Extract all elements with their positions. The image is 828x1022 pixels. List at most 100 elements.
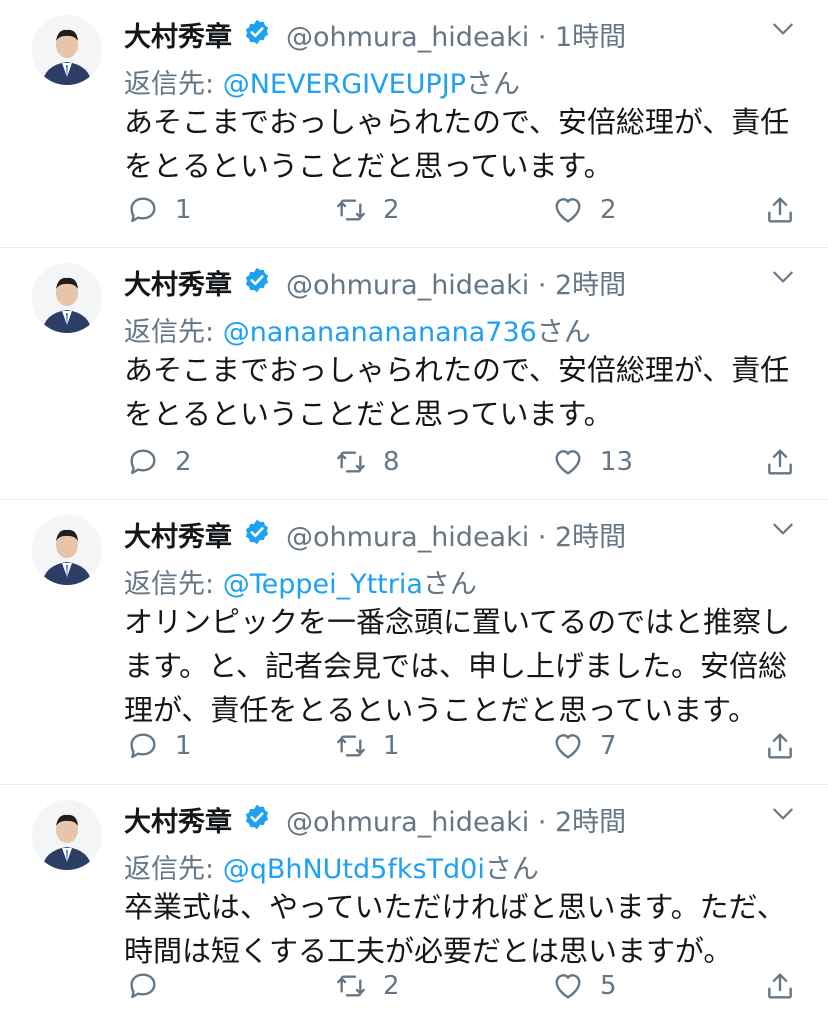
handle[interactable]: @ohmura_hideaki xyxy=(286,522,529,553)
tweet-text: あそこまでおっしゃられたので、安倍総理が、責任をとるということだと思っています。 xyxy=(124,353,790,431)
handle[interactable]: @ohmura_hideaki xyxy=(286,807,529,838)
retweet-button[interactable]: 2 xyxy=(335,190,400,230)
like-button[interactable]: 7 xyxy=(552,726,617,766)
retweet-button[interactable]: 1 xyxy=(335,726,400,766)
share-button[interactable] xyxy=(764,190,796,230)
retweet-icon xyxy=(337,975,365,997)
action-bar: 2 5 xyxy=(0,966,828,1006)
avatar[interactable] xyxy=(32,800,102,870)
chevron-down-icon[interactable] xyxy=(770,264,796,290)
heart-icon xyxy=(555,974,581,999)
handle-time: @ohmura_hideaki · 2時間 xyxy=(286,807,627,838)
handle-time: @ohmura_hideaki · 2時間 xyxy=(286,270,627,301)
reply-context: 返信先: @NEVERGIVEUPJPさん xyxy=(124,62,520,101)
retweet-button[interactable]: 2 xyxy=(335,966,400,1006)
like-button[interactable]: 13 xyxy=(552,442,633,482)
retweet-icon xyxy=(337,451,365,473)
tweet[interactable]: 大村秀章 @ohmura_hideaki · 1時間 返信先: @NEVERGI… xyxy=(0,0,828,248)
share-icon xyxy=(768,449,792,475)
heart-icon xyxy=(555,734,581,759)
share-button[interactable] xyxy=(764,442,796,482)
timestamp[interactable]: 2時間 xyxy=(555,522,626,553)
verified-badge-icon xyxy=(245,804,269,830)
avatar-image xyxy=(32,263,102,333)
avatar-image xyxy=(32,15,102,85)
action-bar: 1 2 2 xyxy=(0,190,828,230)
retweet-count: 1 xyxy=(383,731,400,761)
avatar-image xyxy=(32,515,102,585)
retweet-count: 2 xyxy=(383,195,400,225)
reply-count: 2 xyxy=(175,447,192,477)
reply-button[interactable] xyxy=(127,966,175,1006)
like-count: 7 xyxy=(600,731,617,761)
reply-prefix: 返信先: xyxy=(124,569,223,600)
reply-icon xyxy=(130,733,156,759)
share-icon xyxy=(768,973,792,999)
tweet-text: 卒業式は、やっていただければと思います。ただ、時間は短くする工夫が必要だとは思い… xyxy=(124,890,786,968)
like-count: 2 xyxy=(600,195,617,225)
verified-badge-icon xyxy=(245,267,269,293)
share-button[interactable] xyxy=(764,966,796,1006)
reply-prefix: 返信先: xyxy=(124,317,223,348)
reply-suffix: さん xyxy=(484,854,539,885)
tweet-text: オリンピックを一番念頭に置いてるのではと推察します。と、記者会見では、申し上げま… xyxy=(124,605,791,727)
verified-badge-icon xyxy=(245,519,269,545)
handle-time: @ohmura_hideaki · 2時間 xyxy=(286,522,627,553)
reply-suffix: さん xyxy=(536,317,591,348)
like-count: 13 xyxy=(600,447,634,477)
like-button[interactable]: 2 xyxy=(552,190,617,230)
verified-badge-icon xyxy=(245,19,269,45)
action-bar: 2 8 13 xyxy=(0,442,828,482)
share-button[interactable] xyxy=(764,726,796,766)
reply-button[interactable]: 1 xyxy=(127,190,192,230)
chevron-down-icon[interactable] xyxy=(770,16,796,42)
tweet[interactable]: 大村秀章 @ohmura_hideaki · 2時間 返信先: @qBhNUtd… xyxy=(0,785,828,1022)
reply-suffix: さん xyxy=(422,569,477,600)
chevron-down-icon[interactable] xyxy=(770,516,796,542)
display-name[interactable]: 大村秀章 xyxy=(124,515,232,554)
reply-mention-link[interactable]: @NEVERGIVEUPJP xyxy=(223,69,466,100)
timestamp[interactable]: 1時間 xyxy=(555,22,626,53)
retweet-icon xyxy=(337,199,365,221)
reply-prefix: 返信先: xyxy=(124,854,223,885)
tweet[interactable]: 大村秀章 @ohmura_hideaki · 2時間 返信先: @Teppei_… xyxy=(0,500,828,785)
share-icon xyxy=(768,733,792,759)
reply-context: 返信先: @nanananananana736さん xyxy=(124,310,591,349)
reply-mention-link[interactable]: @qBhNUtd5fksTd0i xyxy=(223,854,485,885)
retweet-count: 8 xyxy=(383,447,400,477)
tweet[interactable]: 大村秀章 @ohmura_hideaki · 2時間 返信先: @nananan… xyxy=(0,248,828,500)
avatar[interactable] xyxy=(32,515,102,585)
handle-time: @ohmura_hideaki · 1時間 xyxy=(286,22,627,53)
display-name[interactable]: 大村秀章 xyxy=(124,800,232,839)
display-name[interactable]: 大村秀章 xyxy=(124,15,232,54)
timestamp[interactable]: 2時間 xyxy=(555,270,626,301)
avatar[interactable] xyxy=(32,263,102,333)
reply-mention-link[interactable]: @nanananananana736 xyxy=(223,317,537,348)
reply-icon xyxy=(130,973,156,999)
reply-prefix: 返信先: xyxy=(124,69,223,100)
avatar-image xyxy=(32,800,102,870)
chevron-down-icon[interactable] xyxy=(770,801,796,827)
display-name[interactable]: 大村秀章 xyxy=(124,263,232,302)
retweet-button[interactable]: 8 xyxy=(335,442,400,482)
action-bar: 1 1 7 xyxy=(0,726,828,766)
timeline: 大村秀章 @ohmura_hideaki · 1時間 返信先: @NEVERGI… xyxy=(0,0,828,1022)
reply-mention-link[interactable]: @Teppei_Yttria xyxy=(223,569,423,600)
heart-icon xyxy=(555,198,581,223)
reply-suffix: さん xyxy=(465,69,520,100)
timestamp[interactable]: 2時間 xyxy=(555,807,626,838)
reply-button[interactable]: 2 xyxy=(127,442,192,482)
handle[interactable]: @ohmura_hideaki xyxy=(286,270,529,301)
retweet-count: 2 xyxy=(383,971,400,1001)
reply-count: 1 xyxy=(175,731,192,761)
reply-count: 1 xyxy=(175,195,192,225)
reply-icon xyxy=(130,449,156,475)
tweet-text: あそこまでおっしゃられたので、安倍総理が、責任をとるということだと思っています。 xyxy=(124,105,790,183)
reply-button[interactable]: 1 xyxy=(127,726,192,766)
avatar[interactable] xyxy=(32,15,102,85)
like-button[interactable]: 5 xyxy=(552,966,617,1006)
share-icon xyxy=(768,197,792,223)
handle[interactable]: @ohmura_hideaki xyxy=(286,22,529,53)
reply-icon xyxy=(130,197,156,223)
reply-context: 返信先: @Teppei_Yttriaさん xyxy=(124,562,477,601)
